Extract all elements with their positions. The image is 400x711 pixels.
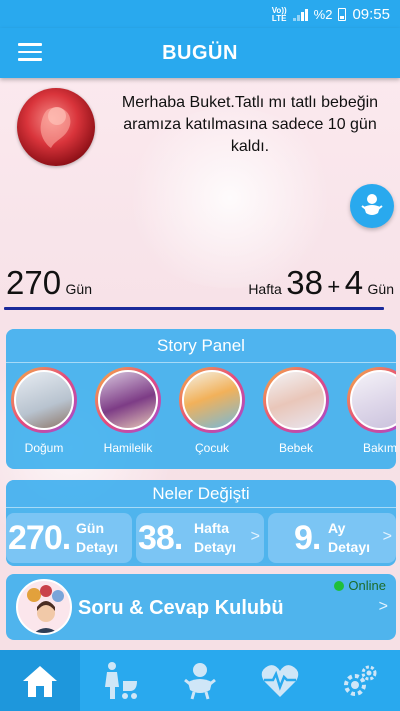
pregnancy-counter: 270 Gün Hafta 38 + 4 Gün bbox=[4, 260, 396, 302]
volte-indicator: Vo)) LTE bbox=[271, 5, 287, 23]
days-unit: Gün bbox=[65, 281, 92, 297]
card-label-top: Gün bbox=[76, 520, 104, 536]
story-item-bakim[interactable]: Bakım bbox=[344, 367, 396, 463]
fetus-image bbox=[17, 88, 95, 166]
story-label: Hamilelik bbox=[103, 441, 153, 455]
card-label-top: Hafta bbox=[194, 520, 230, 536]
club-title: Soru & Cevap Kulubü bbox=[78, 597, 284, 619]
card-label-bottom: Detayı bbox=[194, 539, 237, 555]
online-label: Online bbox=[348, 578, 386, 593]
week-counter: Hafta 38 + 4 Gün bbox=[248, 264, 394, 302]
total-days: 270 Gün bbox=[6, 264, 92, 302]
qa-club-card[interactable]: Soru & Cevap Kulubü Online > bbox=[6, 574, 396, 640]
story-list: Doğum Hamilelik Çocuk Bebek Bakım bbox=[6, 367, 396, 465]
card-label-bottom: Detayı bbox=[76, 539, 119, 555]
heart-pulse-icon bbox=[261, 664, 299, 697]
chevron-right-icon: > bbox=[382, 528, 392, 545]
mother-stroller-icon bbox=[105, 661, 137, 699]
greeting-message: Merhaba Buket.Tatlı mı tatlı bebeğin ara… bbox=[121, 94, 379, 155]
card-number: 270. bbox=[8, 519, 71, 557]
story-item-bebek[interactable]: Bebek bbox=[260, 367, 332, 463]
story-label: Bebek bbox=[278, 441, 314, 455]
status-bar: Vo)) LTE %2 09:55 bbox=[0, 0, 400, 28]
battery-icon bbox=[338, 8, 347, 21]
chevron-right-icon: > bbox=[250, 528, 260, 545]
nav-home[interactable] bbox=[0, 650, 80, 711]
settings-gears-icon bbox=[344, 665, 377, 696]
app-bar: BUGÜN bbox=[0, 28, 400, 78]
card-number: 9. bbox=[294, 519, 321, 557]
story-panel: Story Panel Doğum Hamilelik Çocuk Bebek … bbox=[6, 329, 396, 469]
changes-panel-title: Neler Değişti bbox=[6, 480, 396, 508]
nav-mother[interactable] bbox=[80, 650, 160, 711]
story-label: Çocuk bbox=[194, 441, 229, 455]
home-icon bbox=[23, 665, 57, 697]
baby-icon bbox=[361, 194, 383, 215]
club-avatar bbox=[16, 579, 72, 635]
changes-panel: Neler Değişti 270. Gün Detayı 38. Hafta … bbox=[6, 480, 396, 566]
story-item-cocuk[interactable]: Çocuk bbox=[176, 367, 248, 463]
week-detail-card[interactable]: 38. Hafta Detayı > bbox=[136, 513, 264, 563]
plus-sign: + bbox=[327, 274, 341, 299]
week-label: Hafta bbox=[248, 281, 282, 297]
extra-days-number: 4 bbox=[344, 264, 364, 301]
baby-icon bbox=[184, 662, 216, 699]
story-label: Bakım bbox=[362, 441, 396, 455]
card-label-top: Ay bbox=[328, 520, 346, 536]
progress-line bbox=[4, 307, 384, 310]
online-dot-icon bbox=[334, 580, 345, 591]
battery-percent: %2 bbox=[313, 7, 333, 22]
card-label-bottom: Detayı bbox=[328, 539, 371, 555]
card-number: 38. bbox=[138, 519, 183, 557]
story-item-hamilelik[interactable]: Hamilelik bbox=[92, 367, 164, 463]
nav-health[interactable] bbox=[240, 650, 320, 711]
clock: 09:55 bbox=[352, 6, 390, 23]
nav-baby[interactable] bbox=[160, 650, 240, 711]
online-status: Online bbox=[334, 578, 386, 593]
days-number: 270 bbox=[6, 264, 62, 301]
day-detail-card[interactable]: 270. Gün Detayı bbox=[6, 513, 132, 563]
bottom-navigation bbox=[0, 650, 400, 711]
changes-cards: 270. Gün Detayı 38. Hafta Detayı > 9. Ay… bbox=[6, 513, 396, 563]
week-number: 38 bbox=[286, 264, 323, 301]
story-panel-title: Story Panel bbox=[6, 329, 396, 363]
chevron-right-icon: > bbox=[378, 598, 388, 615]
story-label: Doğum bbox=[24, 441, 64, 455]
page-title: BUGÜN bbox=[162, 42, 238, 64]
baby-icon-button[interactable] bbox=[350, 184, 394, 228]
story-item-dogum[interactable]: Doğum bbox=[8, 367, 80, 463]
signal-icon bbox=[292, 8, 308, 21]
extra-days-unit: Gün bbox=[367, 281, 394, 297]
status-bar-right: Vo)) LTE %2 09:55 bbox=[272, 6, 390, 23]
nav-settings[interactable] bbox=[320, 650, 400, 711]
month-detail-card[interactable]: 9. Ay Detayı > bbox=[268, 513, 396, 563]
